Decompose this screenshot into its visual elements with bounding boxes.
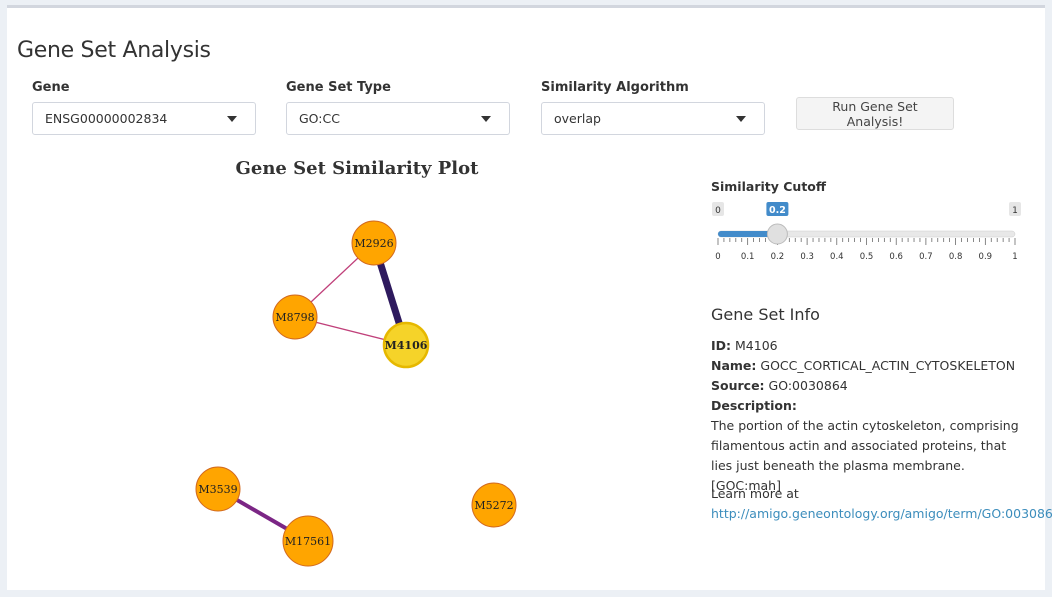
slider-max-label: 1 — [1012, 206, 1018, 216]
slider-tick-label: 0.4 — [830, 252, 844, 262]
info-id-label: ID: — [711, 338, 732, 353]
slider-min-label: 0 — [715, 206, 721, 216]
node-M3539[interactable]: M3539 — [195, 466, 241, 512]
slider-label: Similarity Cutoff — [711, 179, 827, 194]
description-label: Description: — [711, 398, 797, 413]
node-M4106[interactable]: M4106 — [382, 321, 430, 369]
similarity-network[interactable]: M2926 M8798 M4106 M3539 M17561 M5272 — [7, 8, 697, 593]
gene-set-panel: Gene Set Analysis Gene ENSG00000002834 G… — [7, 5, 1052, 593]
slider-tick-label: 0.1 — [741, 252, 755, 262]
amigo-link[interactable]: http://amigo.geneontology.org/amigo/term… — [711, 506, 1052, 521]
slider-tick-label: 0.3 — [800, 252, 814, 262]
learn-more-text: Learn more at — [711, 486, 799, 501]
similarity-cutoff-slider[interactable]: 0 1 0.2 0 0.1 0.2 0.3 0.4 0.5 0.6 0.7 0.8 0.9 1 — [707, 197, 1037, 267]
info-description: The portion of the actin cytoskeleton, c… — [711, 418, 1019, 493]
slider-value-label: 0.2 — [769, 205, 786, 216]
slider-tick-label: 0.2 — [771, 252, 785, 262]
info-description-label: Description: — [711, 396, 797, 416]
slider-tick-label: 1 — [1012, 252, 1017, 262]
slider-tick-label: 0.6 — [889, 252, 903, 262]
node-label: M2926 — [354, 237, 393, 250]
info-source-label: Source: — [711, 378, 765, 393]
slider-tick-label: 0.8 — [949, 252, 963, 262]
slider-tick-label: 0.9 — [979, 252, 993, 262]
info-source: Source: GO:0030864 — [711, 376, 848, 396]
info-name-value: GOCC_CORTICAL_ACTIN_CYTOSKELETON — [760, 358, 1016, 373]
info-name: Name: GOCC_CORTICAL_ACTIN_CYTOSKELETON — [711, 356, 1015, 376]
slider-tick-label: 0.7 — [919, 252, 933, 262]
slider-handle[interactable] — [766, 223, 788, 245]
slider-tick-label: 0.5 — [860, 252, 874, 262]
gene-set-info-heading: Gene Set Info — [711, 305, 820, 324]
info-id: ID: M4106 — [711, 336, 778, 356]
node-M5272[interactable]: M5272 — [471, 482, 517, 528]
info-name-label: Name: — [711, 358, 757, 373]
info-source-value: GO:0030864 — [768, 378, 848, 393]
run-analysis-button[interactable]: Run Gene Set Analysis! — [796, 97, 954, 130]
node-label: M17561 — [285, 535, 331, 548]
slider-tick-label: 0 — [715, 252, 720, 262]
node-label: M4106 — [385, 339, 428, 352]
node-M2926[interactable]: M2926 — [351, 220, 397, 266]
info-id-value: M4106 — [735, 338, 778, 353]
node-label: M8798 — [275, 311, 314, 324]
node-label: M5272 — [474, 499, 513, 512]
chevron-down-icon — [736, 116, 746, 122]
node-label: M3539 — [198, 483, 237, 496]
node-M8798[interactable]: M8798 — [272, 294, 318, 340]
node-M17561[interactable]: M17561 — [282, 515, 334, 567]
